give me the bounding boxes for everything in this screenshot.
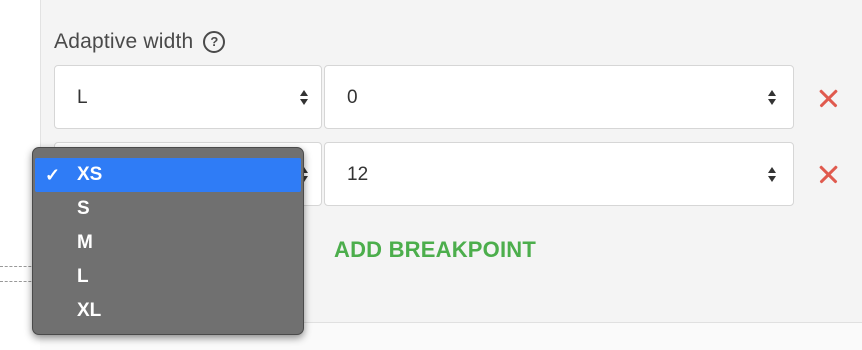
dropdown-option-m[interactable]: M: [33, 226, 303, 260]
breakpoint-width-value-1: 0: [347, 87, 358, 108]
help-icon[interactable]: ?: [203, 31, 226, 53]
remove-breakpoint-1-icon[interactable]: [817, 87, 839, 109]
breakpoint-size-value-1: L: [77, 87, 88, 108]
dropdown-option-label: L: [77, 266, 89, 287]
select-arrows-icon: [299, 90, 309, 106]
breakpoint-width-select-1[interactable]: 0: [324, 65, 794, 129]
dropdown-option-s[interactable]: S: [33, 192, 303, 226]
breakpoint-size-select-1[interactable]: L: [54, 65, 322, 129]
dropdown-option-label: S: [77, 198, 90, 219]
dropdown-option-label: M: [77, 232, 93, 253]
breakpoint-width-value-2: 12: [347, 164, 369, 185]
dropdown-option-xl[interactable]: XL: [33, 294, 303, 328]
dropdown-option-label: XL: [77, 300, 102, 321]
checkmark-icon: ✓: [45, 165, 61, 185]
dropdown-option-l[interactable]: L: [33, 260, 303, 294]
section-title: Adaptive width ?: [54, 30, 226, 54]
dropdown-option-xs[interactable]: ✓ XS: [35, 158, 301, 192]
add-breakpoint-button[interactable]: ADD BREAKPOINT: [334, 237, 536, 263]
remove-breakpoint-2-icon[interactable]: [817, 163, 839, 185]
select-arrows-icon: [767, 167, 777, 183]
dropdown-option-label: XS: [77, 164, 103, 185]
section-title-label: Adaptive width: [54, 30, 194, 53]
breakpoint-width-select-2[interactable]: 12: [324, 142, 794, 206]
select-arrows-icon: [767, 90, 777, 106]
dashed-guide: [0, 281, 36, 282]
dashed-guide: [0, 266, 36, 267]
size-dropdown-menu: ✓ XS S M L XL: [32, 147, 304, 335]
